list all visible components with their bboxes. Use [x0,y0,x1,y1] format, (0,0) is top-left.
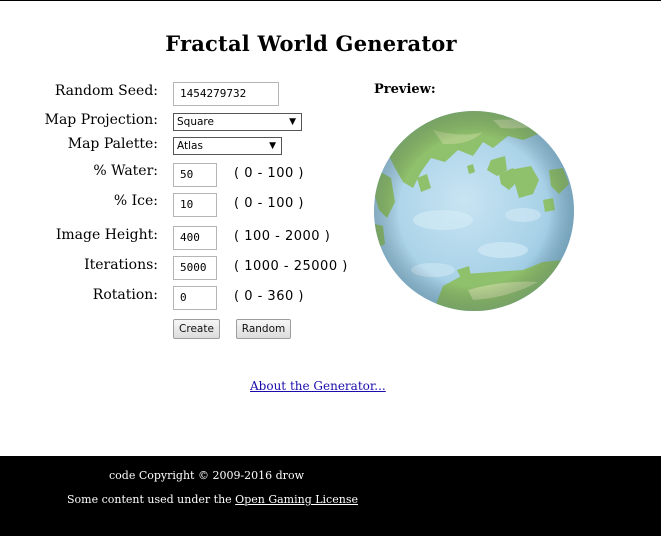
rotation-range: ( 0 - 360 ) [234,289,304,304]
footer: code Copyright © 2009-2016 drow Some con… [0,456,661,536]
about-generator-link[interactable]: About the Generator... [250,379,386,393]
height-range: ( 100 - 2000 ) [234,229,331,244]
chevron-down-icon: ▼ [269,141,276,151]
projection-label: Map Projection: [44,112,158,128]
license-line: Some content used under the Open Gaming … [67,493,358,506]
ice-range: ( 0 - 100 ) [234,196,304,211]
ice-input[interactable]: 10 [173,193,217,217]
create-button[interactable]: Create [173,319,220,339]
palette-select[interactable]: Atlas ▼ [173,137,282,155]
water-input[interactable]: 50 [173,163,217,187]
iterations-range: ( 1000 - 25000 ) [234,259,348,274]
ice-label: % Ice: [113,193,158,209]
license-prefix-text: Some content used under the [67,493,236,506]
preview-label: Preview: [374,82,436,97]
page-title: Fractal World Generator [165,31,457,56]
projection-select[interactable]: Square ▼ [173,113,302,131]
open-gaming-license-link[interactable]: Open Gaming License [235,493,358,506]
rotation-input[interactable]: 0 [173,286,217,310]
iterations-input[interactable]: 5000 [173,256,217,280]
globe-preview-image [374,111,574,311]
water-range: ( 0 - 100 ) [234,166,304,181]
copyright-text: code Copyright © 2009-2016 drow [109,469,304,482]
water-label: % Water: [93,163,158,179]
palette-label: Map Palette: [67,136,158,152]
height-label: Image Height: [55,227,158,243]
palette-selected-value: Atlas [177,140,203,152]
projection-selected-value: Square [177,116,214,128]
chevron-down-icon: ▼ [289,117,296,127]
rotation-label: Rotation: [92,287,158,303]
iterations-label: Iterations: [84,257,158,273]
height-input[interactable]: 400 [173,226,217,250]
random-button[interactable]: Random [236,319,291,339]
seed-label: Random Seed: [54,83,158,99]
seed-input[interactable]: 1454279732 [173,82,279,106]
